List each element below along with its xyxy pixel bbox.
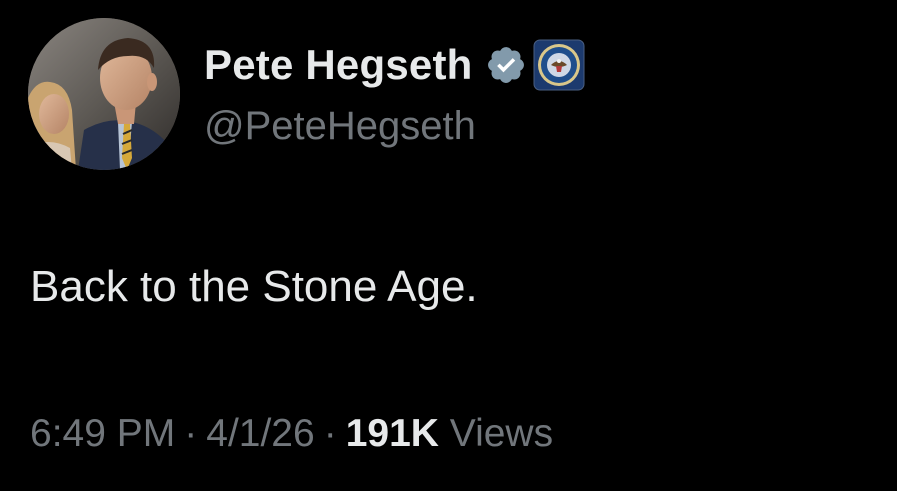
department-seal-icon[interactable] (533, 39, 585, 91)
views-count[interactable]: 191K (346, 412, 439, 455)
verified-badge-icon[interactable] (485, 44, 527, 86)
meta-separator: · (323, 412, 337, 455)
tweet-meta: 6:49 PM · 4/1/26 · 191K Views (30, 412, 553, 456)
meta-separator: · (184, 412, 198, 455)
avatar[interactable] (28, 18, 180, 170)
tweet-time[interactable]: 6:49 PM (30, 412, 175, 455)
author-name-row: Pete Hegseth (204, 38, 585, 92)
tweet-text: Back to the Stone Age. (30, 262, 478, 311)
avatar-photo (28, 18, 180, 170)
tweet-card: Pete Hegseth @PeteHegseth Back to the St… (0, 0, 897, 491)
user-handle[interactable]: @PeteHegseth (204, 104, 476, 149)
views-label: Views (449, 412, 554, 455)
tweet-date[interactable]: 4/1/26 (206, 412, 314, 455)
display-name[interactable]: Pete Hegseth (204, 41, 473, 89)
